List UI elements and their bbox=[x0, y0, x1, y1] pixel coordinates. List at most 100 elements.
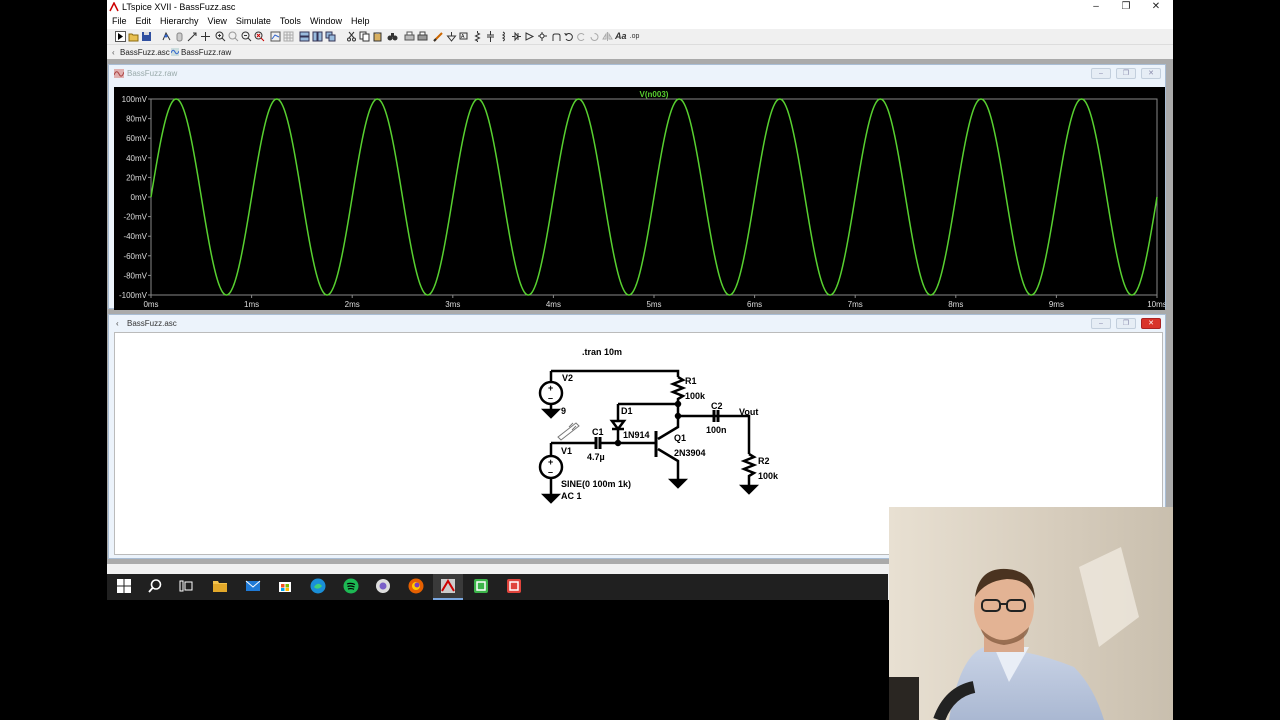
grid-icon[interactable] bbox=[283, 31, 294, 42]
waveform-minimize-button[interactable]: – bbox=[1091, 68, 1111, 79]
find-icon[interactable] bbox=[387, 31, 398, 42]
menu-edit[interactable]: Edit bbox=[131, 15, 156, 26]
minimize-button[interactable]: – bbox=[1081, 0, 1111, 15]
r2-symbol[interactable] bbox=[740, 452, 758, 486]
search-icon[interactable] bbox=[147, 578, 163, 594]
tab-bassfuzz-raw[interactable]: BassFuzz.raw bbox=[170, 47, 231, 58]
draw-wire-icon[interactable] bbox=[433, 31, 444, 42]
menu-hierarchy[interactable]: Hierarchy bbox=[155, 15, 203, 26]
horizontal-scrollbar[interactable] bbox=[107, 564, 888, 574]
series-line-v-n003[interactable] bbox=[150, 98, 1158, 296]
print-preview-icon[interactable] bbox=[404, 31, 415, 42]
control-panel-icon[interactable] bbox=[161, 31, 172, 42]
pan-icon[interactable] bbox=[200, 31, 211, 42]
spice-directive-icon[interactable]: .op bbox=[629, 31, 640, 42]
waveform-maximize-button[interactable]: ❐ bbox=[1116, 68, 1136, 79]
undo-icon[interactable] bbox=[563, 31, 574, 42]
schematic-icon: ‹ bbox=[116, 319, 119, 328]
y-tick-label: 20mV bbox=[126, 173, 148, 182]
redo-icon[interactable] bbox=[576, 31, 587, 42]
task-view-icon[interactable] bbox=[179, 579, 193, 593]
waveform-plot[interactable]: 100mV 80mV 60mV 40mV 20mV 0mV -20mV -40mV -60mV -… bbox=[114, 87, 1167, 310]
y-tick-label: -100mV bbox=[119, 291, 148, 300]
autorange-icon[interactable] bbox=[270, 31, 281, 42]
restore-button[interactable]: ❐ bbox=[1111, 0, 1141, 15]
print-icon[interactable] bbox=[417, 31, 428, 42]
rotate-icon[interactable] bbox=[589, 31, 600, 42]
y-tick-label: 40mV bbox=[126, 154, 148, 163]
r1-symbol[interactable] bbox=[669, 375, 687, 416]
r1-value: 100k bbox=[685, 391, 706, 401]
menu-tools[interactable]: Tools bbox=[275, 15, 305, 26]
probe-icon[interactable] bbox=[187, 31, 198, 42]
menu-view[interactable]: View bbox=[203, 15, 231, 26]
schematic-window-title[interactable]: ‹ BassFuzz.asc bbox=[109, 315, 1165, 332]
tile-vertical-icon[interactable] bbox=[312, 31, 323, 42]
camtasia-recorder-icon[interactable] bbox=[473, 578, 489, 594]
zoom-in-icon[interactable] bbox=[215, 31, 226, 42]
halt-icon[interactable] bbox=[174, 31, 185, 42]
x-tick-label: 5ms bbox=[646, 300, 661, 309]
copy-icon[interactable] bbox=[359, 31, 370, 42]
schematic-minimize-button[interactable]: – bbox=[1091, 318, 1111, 329]
zoom-fit-icon[interactable] bbox=[254, 31, 265, 42]
r1-name: R1 bbox=[685, 376, 697, 386]
waveform-close-button[interactable]: ✕ bbox=[1141, 68, 1161, 79]
zoom-area-icon[interactable] bbox=[228, 31, 239, 42]
camtasia-icon[interactable] bbox=[506, 578, 522, 594]
trace-label[interactable]: V(n003) bbox=[640, 90, 669, 99]
store-icon[interactable] bbox=[277, 578, 293, 594]
mirror-icon[interactable] bbox=[602, 31, 613, 42]
spotify-icon[interactable] bbox=[343, 578, 359, 594]
menu-help[interactable]: Help bbox=[346, 15, 374, 26]
move-icon[interactable] bbox=[537, 31, 548, 42]
tab-bassfuzz-asc[interactable]: ‹ BassFuzz.asc bbox=[112, 47, 170, 58]
paste-icon[interactable] bbox=[372, 31, 383, 42]
mail-icon[interactable] bbox=[245, 578, 261, 594]
capacitor-icon[interactable] bbox=[485, 31, 496, 42]
ltspice-taskbar-button[interactable] bbox=[433, 574, 463, 600]
y-tick-label: 0mV bbox=[131, 193, 148, 202]
waveform-chart[interactable]: 100mV 80mV 60mV 40mV 20mV 0mV -20mV -40mV -60mV -… bbox=[114, 87, 1167, 310]
cascade-icon[interactable] bbox=[325, 31, 336, 42]
menu-simulate[interactable]: Simulate bbox=[231, 15, 275, 26]
x-tick-label: 2ms bbox=[345, 300, 360, 309]
text-icon[interactable]: Aa bbox=[615, 31, 627, 42]
q1-name: Q1 bbox=[674, 433, 686, 443]
drag-icon[interactable] bbox=[550, 31, 561, 42]
zoom-out-icon[interactable] bbox=[241, 31, 252, 42]
document-tab-bar: ‹ BassFuzz.asc BassFuzz.raw bbox=[107, 45, 1173, 59]
waveform-window-title[interactable]: BassFuzz.raw bbox=[109, 65, 1165, 82]
file-explorer-icon[interactable] bbox=[212, 578, 228, 594]
waveform-window-title-text: BassFuzz.raw bbox=[127, 69, 178, 78]
cut-icon[interactable] bbox=[346, 31, 357, 42]
webcam-overlay bbox=[889, 507, 1173, 720]
save-icon[interactable] bbox=[141, 31, 152, 42]
schematic-close-button[interactable]: ✕ bbox=[1141, 318, 1161, 329]
vout-net-label: Vout bbox=[739, 407, 758, 417]
label-net-icon[interactable]: A bbox=[459, 31, 470, 42]
c1-value: 4.7µ bbox=[587, 452, 605, 462]
windows-start-icon[interactable] bbox=[117, 579, 131, 593]
ltspice-icon bbox=[441, 579, 455, 593]
inductor-icon[interactable] bbox=[498, 31, 509, 42]
resistor-icon[interactable] bbox=[472, 31, 483, 42]
firefox-icon[interactable] bbox=[408, 578, 424, 594]
c1-capacitor-symbol[interactable] bbox=[594, 437, 602, 449]
ground-icon[interactable] bbox=[446, 31, 457, 42]
diode-icon[interactable] bbox=[511, 31, 522, 42]
v1-plus-mark: + bbox=[548, 457, 553, 467]
close-button[interactable]: ✕ bbox=[1141, 0, 1171, 15]
tran-directive[interactable]: .tran 10m bbox=[582, 347, 622, 357]
schematic-maximize-button[interactable]: ❐ bbox=[1116, 318, 1136, 329]
edge-icon[interactable] bbox=[310, 578, 326, 594]
c2-value: 100n bbox=[706, 425, 727, 435]
open-icon[interactable] bbox=[128, 31, 139, 42]
component-icon[interactable] bbox=[524, 31, 535, 42]
menu-window[interactable]: Window bbox=[305, 15, 346, 26]
menu-file[interactable]: File bbox=[107, 15, 131, 26]
r2-ground-symbol bbox=[738, 484, 760, 495]
tile-horizontal-icon[interactable] bbox=[299, 31, 310, 42]
run-icon[interactable] bbox=[115, 31, 126, 42]
app-icon[interactable] bbox=[375, 578, 391, 594]
